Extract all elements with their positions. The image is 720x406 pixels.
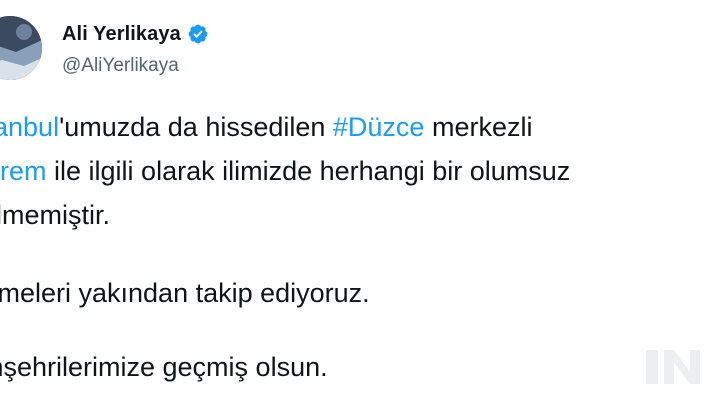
tweet-text-segment: merkezli (424, 112, 533, 142)
avatar-image (0, 16, 42, 80)
mention-link[interactable]: stanbul (0, 112, 59, 142)
verified-badge-icon (188, 24, 208, 44)
tweet-text-segment: ile ilgili olarak ilimizde herhangi bir … (46, 156, 571, 186)
watermark-logo (646, 350, 700, 384)
avatar[interactable] (0, 16, 42, 80)
author-display-name[interactable]: Ali Yerlikaya (62, 23, 181, 46)
author-name-row: Ali Yerlikaya (62, 22, 209, 46)
tweet-text-segment: 'umuzda da hissedilen (59, 112, 333, 142)
tweet-line: işmeleri yakından takip ediyoruz. (0, 278, 370, 308)
tweet-line: mşehrilerimize geçmiş olsun. (0, 352, 328, 382)
tweet-line: stanbul'umuzda da hissedilen #Düzce merk… (0, 110, 532, 144)
hashtag-link[interactable]: eprem (0, 156, 47, 186)
tweet-line: irilmemiştir. (0, 200, 110, 230)
hashtag-link[interactable]: #Düzce (333, 112, 425, 142)
tweet-author: Ali Yerlikaya @AliYerlikaya (62, 22, 209, 77)
tweet-line: eprem ile ilgili olarak ilimizde herhang… (0, 154, 570, 188)
author-handle[interactable]: @AliYerlikaya (62, 55, 209, 77)
